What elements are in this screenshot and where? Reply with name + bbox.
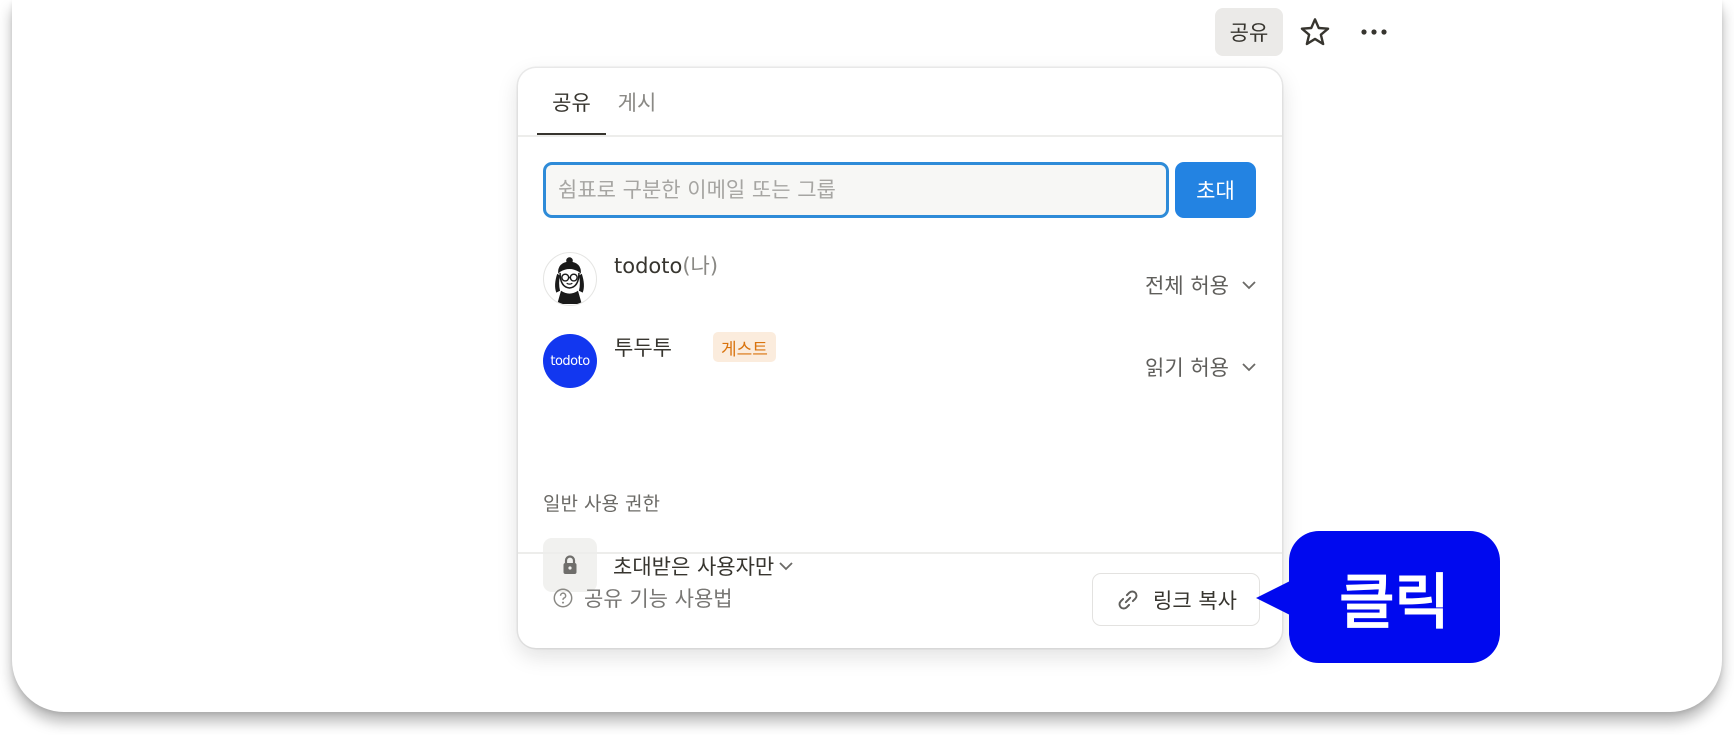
general-access-label: 일반 사용 권한 [543, 493, 660, 515]
chevron-down-icon [1242, 363, 1256, 372]
share-panel: 공유 게시 초대 todoto(나) [518, 68, 1282, 648]
invite-email-input[interactable] [543, 162, 1169, 218]
tab-publish[interactable]: 게시 [606, 68, 668, 136]
permission-dropdown[interactable]: 전체 허용 [1145, 270, 1257, 300]
share-help-link[interactable]: 공유 기능 사용법 [552, 583, 733, 613]
callout-pointer [1256, 580, 1292, 616]
person-illustration-icon [555, 257, 584, 304]
permission-label: 읽기 허용 [1145, 356, 1229, 380]
share-button[interactable]: 공유 [1215, 8, 1283, 56]
tab-share[interactable]: 공유 [537, 68, 606, 136]
permission-label: 전체 허용 [1145, 274, 1229, 298]
chevron-down-icon [779, 562, 793, 571]
chevron-down-icon [1242, 281, 1256, 290]
copy-link-button[interactable]: 링크 복사 [1092, 573, 1260, 626]
tab-divider [518, 135, 1282, 137]
more-dots-icon[interactable] [1358, 16, 1390, 48]
share-help-label: 공유 기능 사용법 [584, 587, 733, 611]
member-name: 투두투 [614, 336, 672, 360]
member-name: todoto(나) [614, 254, 719, 278]
permission-dropdown[interactable]: 읽기 허용 [1145, 352, 1257, 382]
member-row: todoto(나) 전체 허용 [543, 250, 1257, 310]
star-icon[interactable] [1299, 16, 1331, 48]
invite-button[interactable]: 초대 [1175, 162, 1256, 218]
member-row: todoto 투두투 게스트 읽기 허용 [543, 332, 1257, 392]
guest-badge: 게스트 [713, 332, 776, 362]
general-access-value: 초대받은 사용자만 [613, 555, 775, 579]
click-callout: 클릭 [1289, 531, 1500, 663]
avatar: todoto [543, 334, 597, 388]
avatar-logo-text: todoto [550, 353, 590, 369]
question-circle-icon [553, 588, 573, 608]
link-icon [1118, 590, 1138, 609]
page-card: 공유 공유 게시 초대 [12, 0, 1722, 712]
footer-divider [518, 552, 1282, 554]
copy-link-label: 링크 복사 [1153, 588, 1237, 613]
avatar [543, 252, 597, 306]
me-tag: (나) [682, 254, 719, 278]
general-access-dropdown[interactable]: 초대받은 사용자만 [613, 551, 794, 581]
